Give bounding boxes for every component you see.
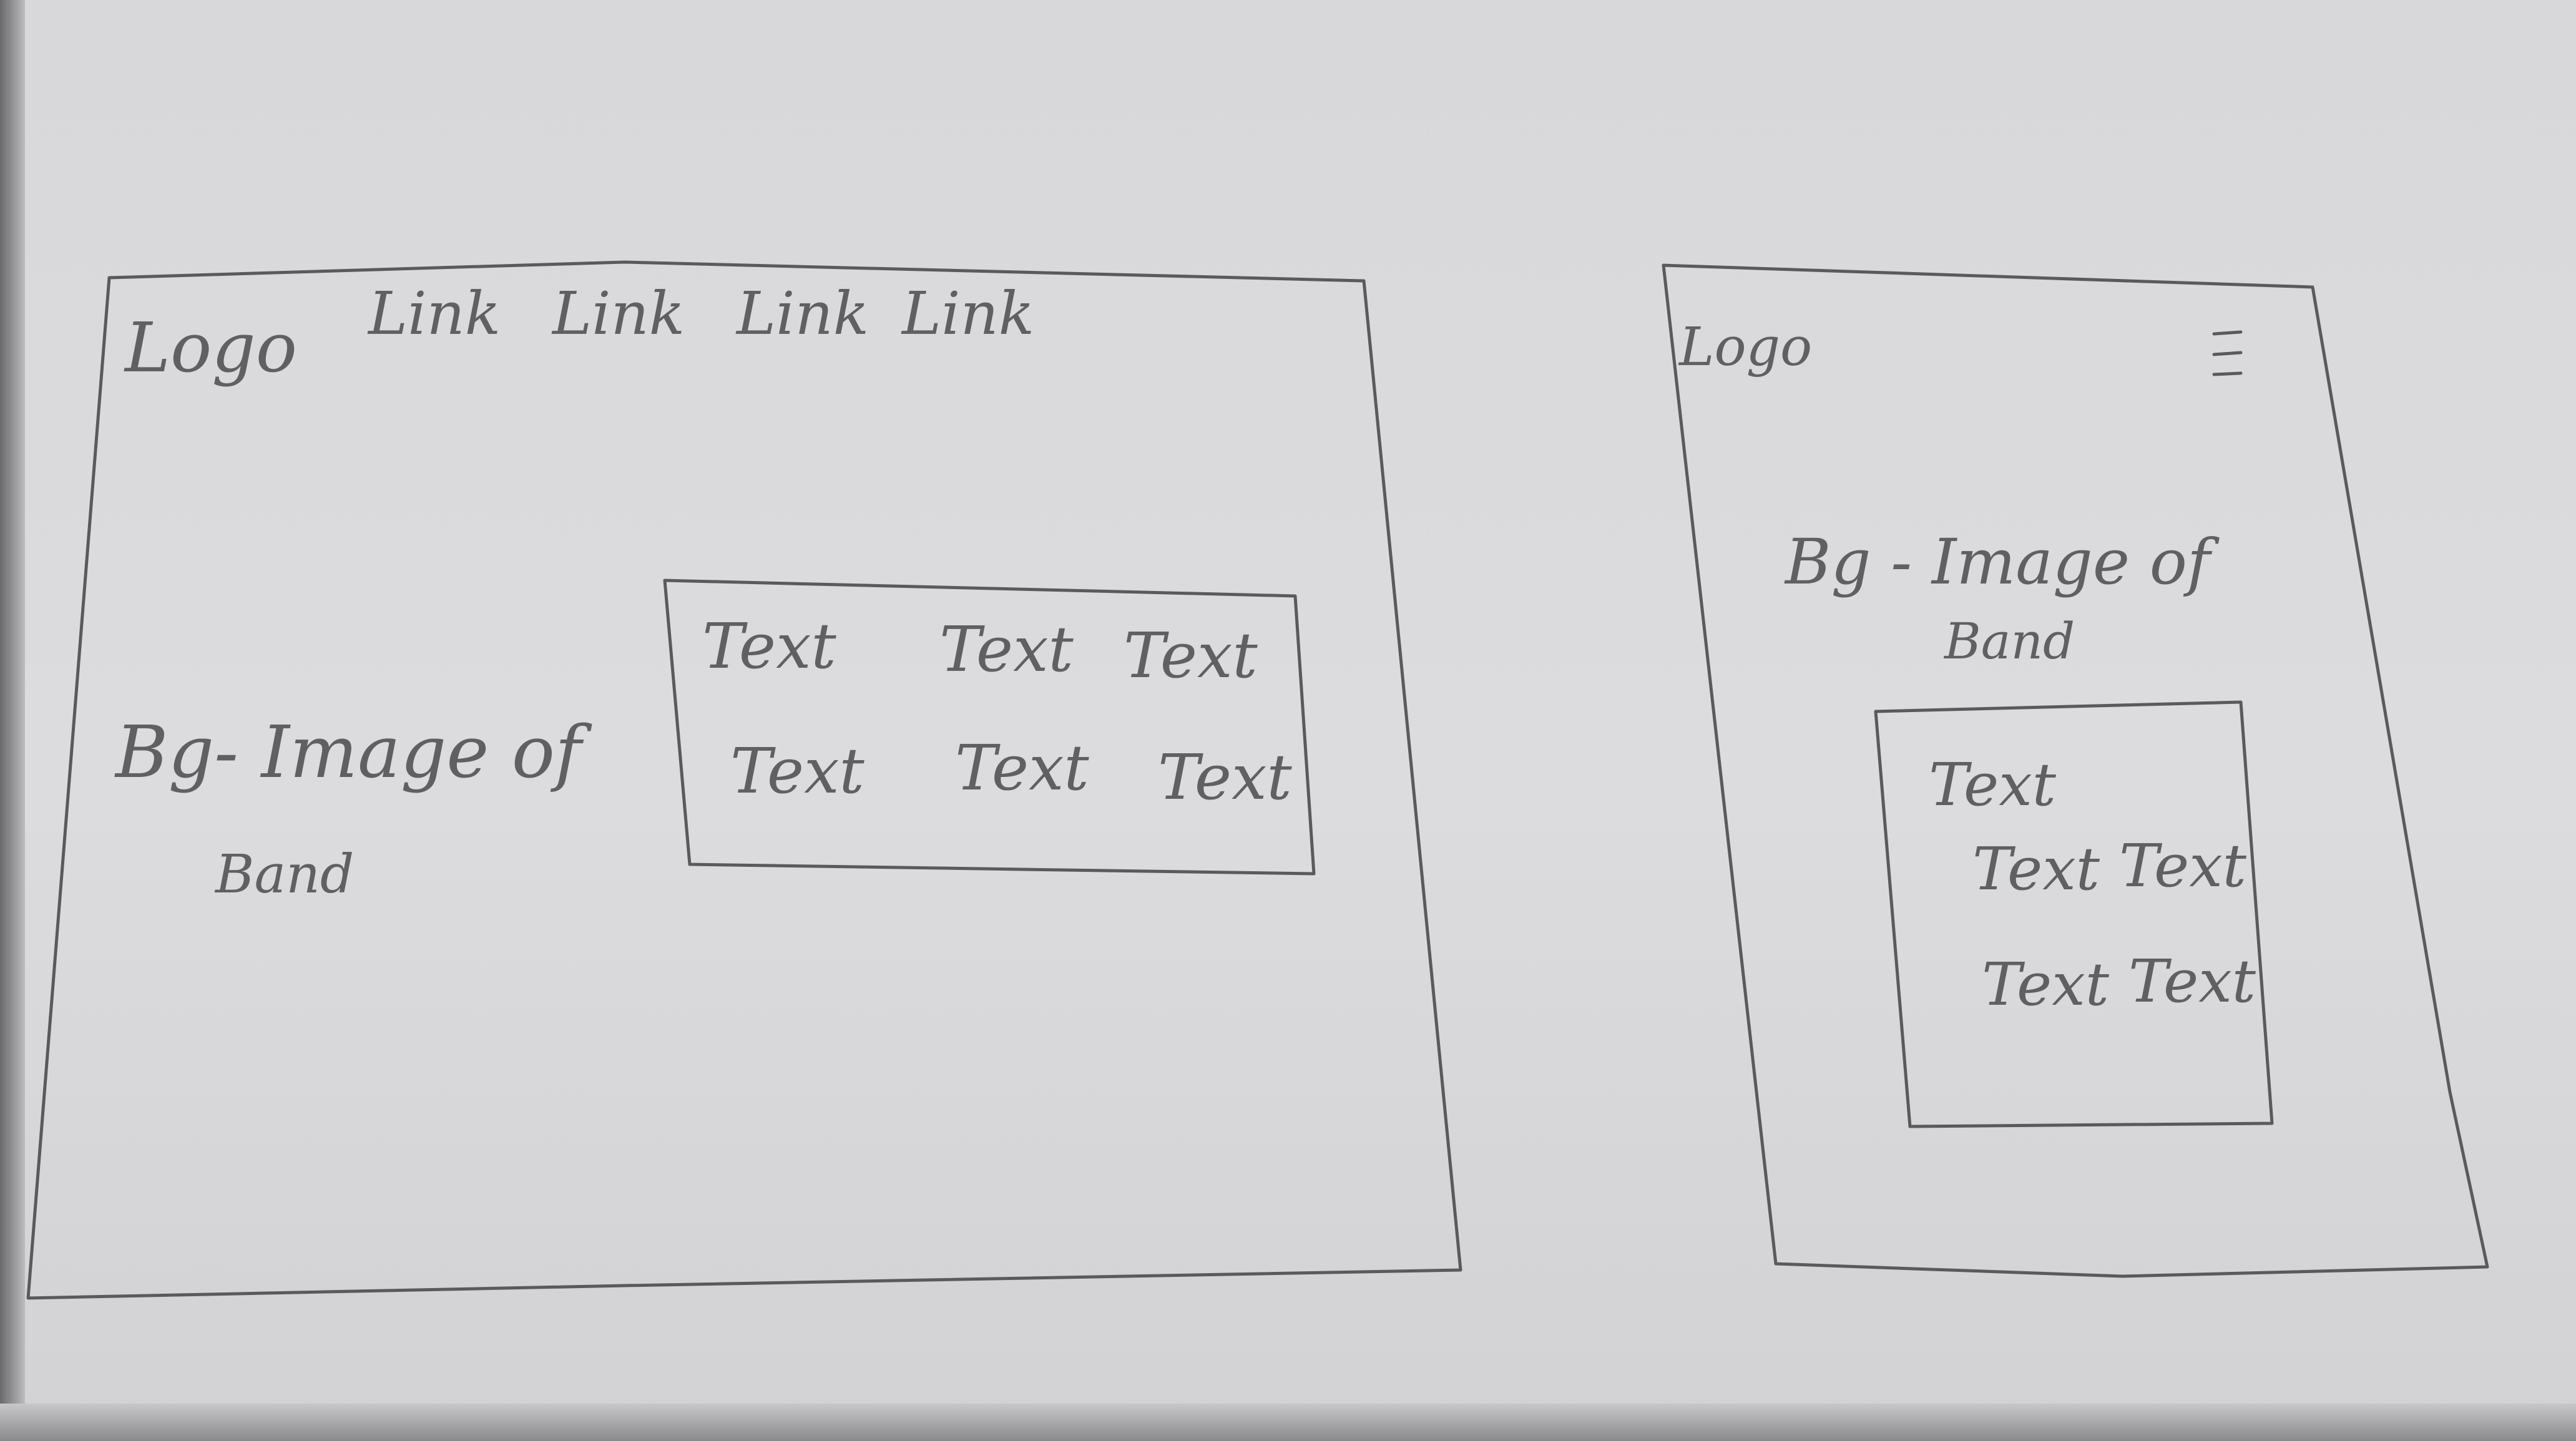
desktop-nav-link-4[interactable]: Link — [901, 280, 1034, 348]
desktop-card-text: Text — [702, 610, 837, 683]
mobile-logo: Logo — [1678, 316, 1812, 378]
mobile-bg-label-line2: Band — [1943, 612, 2075, 670]
hamburger-icon[interactable] — [2212, 330, 2243, 376]
desktop-card-text: Text — [730, 735, 865, 808]
desktop-bg-label: Bg- Image of — [114, 711, 592, 794]
desktop-card-text: Text — [955, 731, 1090, 804]
desktop-bg-label-line2: Band — [214, 844, 354, 906]
mobile-bg-label: Bg - Image of — [1784, 525, 2220, 598]
mobile-card-text: Text — [1972, 835, 2100, 904]
desktop-card-text: Text — [1158, 741, 1293, 814]
mobile-card-text: Text — [1982, 950, 2110, 1019]
desktop-card-text: Text — [939, 613, 1074, 686]
mobile-card-text: Text — [1929, 751, 2057, 819]
desktop-card-text: Text — [1124, 619, 1258, 692]
mobile-card-text: Text — [2119, 832, 2247, 901]
desktop-logo: Logo — [124, 308, 297, 388]
wireframe-sketch: Logo Link Link Link Link Bg- Image of Ba… — [26, 260, 2489, 1300]
mobile-card-text: Text — [2128, 947, 2256, 1016]
desktop-nav-link-1[interactable]: Link — [367, 280, 501, 348]
mobile-wireframe: Logo Bg - Image of Band Text Text Text T… — [1662, 263, 2489, 1278]
desktop-nav-link-3[interactable]: Link — [735, 280, 869, 348]
desktop-wireframe: Logo Link Link Link Link Bg- Image of Ba… — [26, 260, 1462, 1300]
desktop-nav-link-2[interactable]: Link — [551, 280, 685, 348]
